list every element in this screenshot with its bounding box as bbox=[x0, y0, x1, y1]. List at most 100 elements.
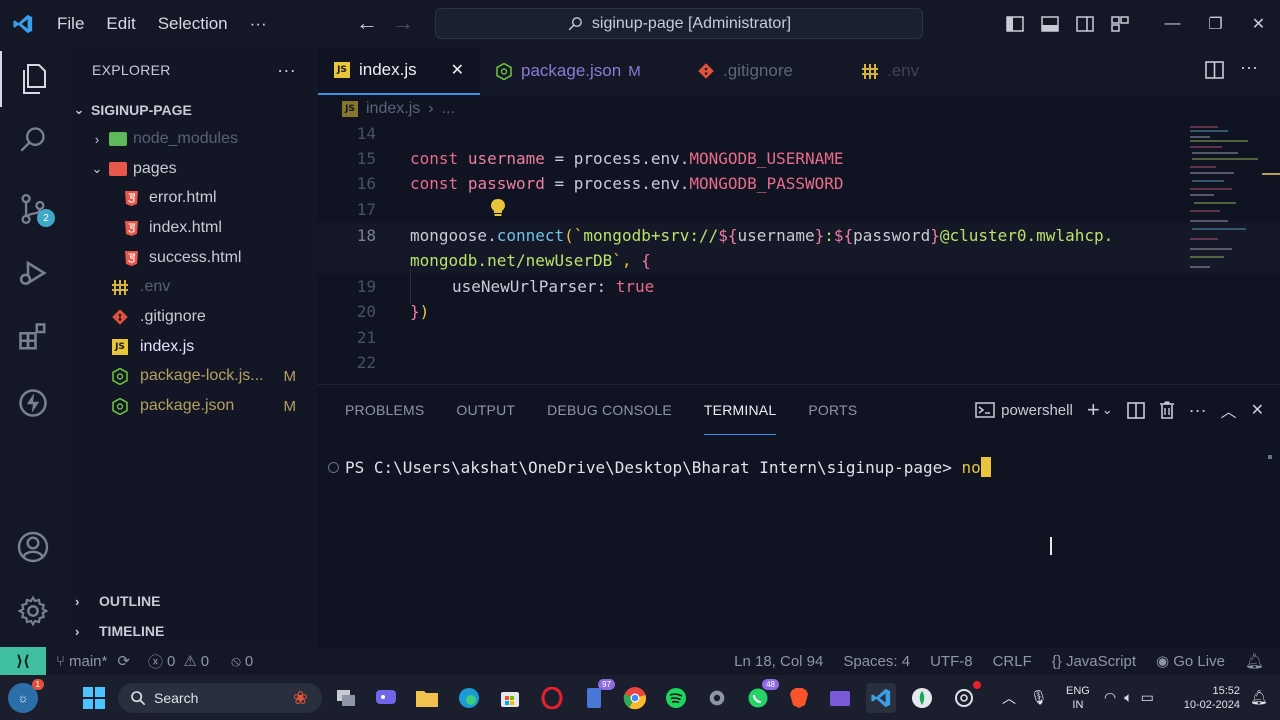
tab-package-json[interactable]: package.json M bbox=[480, 47, 657, 95]
panel-more-button[interactable]: ··· bbox=[1189, 400, 1207, 421]
breadcrumb-file[interactable]: index.js bbox=[366, 100, 420, 118]
notifications-bell-icon[interactable]: 🔔︎ bbox=[1245, 652, 1264, 670]
mongodb-compass-icon[interactable] bbox=[907, 683, 937, 713]
problems-indicator[interactable]: ⓧ 0 ⚠ 0 bbox=[148, 651, 209, 672]
taskbar-search[interactable]: Search ❀ bbox=[118, 683, 322, 713]
tree-item-package-lock[interactable]: package-lock.js... M bbox=[65, 361, 318, 391]
explorer-icon[interactable] bbox=[0, 51, 65, 107]
clock[interactable]: 15:52 10-02-2024 bbox=[1180, 675, 1240, 720]
menu-edit[interactable]: Edit bbox=[95, 14, 146, 34]
tab-index-js[interactable]: JS index.js ✕ bbox=[318, 47, 480, 95]
extensions-icon[interactable] bbox=[0, 309, 65, 365]
tab-env[interactable]: .env bbox=[846, 47, 935, 95]
forward-arrow-icon[interactable]: → bbox=[392, 10, 414, 36]
tree-item-error-html[interactable]: error.html bbox=[65, 183, 318, 213]
opera-icon[interactable] bbox=[537, 683, 567, 713]
menu-selection[interactable]: Selection bbox=[147, 14, 239, 34]
minimize-icon[interactable]: — bbox=[1151, 0, 1194, 47]
close-panel-icon[interactable]: ✕ bbox=[1251, 400, 1264, 420]
end-of-line[interactable]: CRLF bbox=[993, 653, 1032, 670]
brave-icon[interactable] bbox=[784, 683, 814, 713]
remote-indicator-icon[interactable]: ⟩⟨ bbox=[0, 647, 46, 675]
command-center[interactable]: siginup-page [Administrator] bbox=[435, 8, 923, 39]
menu-file[interactable]: File bbox=[46, 14, 95, 34]
new-terminal-plus-icon[interactable]: + bbox=[1087, 397, 1100, 423]
split-terminal-icon[interactable] bbox=[1126, 401, 1145, 419]
microphone-icon[interactable]: 🎙︎ bbox=[1030, 689, 1048, 706]
search-icon[interactable] bbox=[0, 111, 65, 167]
branch-indicator[interactable]: ⑂ main* bbox=[56, 653, 107, 670]
tree-item-package-json[interactable]: package.json M bbox=[65, 391, 318, 421]
settings-app-icon[interactable] bbox=[702, 683, 732, 713]
close-window-icon[interactable]: ✕ bbox=[1237, 0, 1280, 47]
quick-settings[interactable]: ◠ 🔈︎ ▭ bbox=[1104, 675, 1154, 720]
toggle-sidebar-icon[interactable] bbox=[997, 0, 1032, 47]
settings-gear-icon[interactable] bbox=[0, 583, 65, 639]
sync-icon[interactable]: ⟳ bbox=[117, 652, 130, 670]
tree-item-pages[interactable]: ⌄ pages bbox=[65, 154, 318, 184]
source-control-icon[interactable]: 2 bbox=[0, 181, 65, 237]
edge-icon[interactable] bbox=[454, 683, 484, 713]
lightning-icon[interactable] bbox=[0, 375, 65, 431]
phone-link-icon[interactable]: 97 bbox=[579, 679, 615, 713]
nav-arrows: ← → bbox=[356, 10, 414, 36]
editor-more-button[interactable]: ··· bbox=[1240, 57, 1258, 78]
close-tab-icon[interactable]: ✕ bbox=[451, 60, 464, 80]
vscode-logo-icon[interactable] bbox=[0, 0, 46, 47]
folder-root[interactable]: ⌄ SIGINUP-PAGE bbox=[65, 95, 318, 125]
tab-terminal[interactable]: TERMINAL bbox=[703, 385, 777, 435]
windows-start-icon[interactable] bbox=[79, 683, 109, 713]
tree-item-success-html[interactable]: success.html bbox=[65, 243, 318, 273]
ports-indicator[interactable]: ⦸ 0 bbox=[231, 653, 253, 670]
tree-item-env[interactable]: .env bbox=[65, 272, 318, 302]
js-file-icon: JS bbox=[111, 338, 129, 356]
restore-icon[interactable]: ❐ bbox=[1194, 0, 1237, 47]
language-mode[interactable]: {} JavaScript bbox=[1052, 653, 1136, 670]
cursor-position[interactable]: Ln 18, Col 94 bbox=[734, 653, 823, 670]
timeline-section[interactable]: › TIMELINE bbox=[65, 616, 318, 646]
chevron-down-icon[interactable]: ⌄ bbox=[1102, 402, 1113, 418]
task-view-icon[interactable] bbox=[331, 683, 361, 713]
terminal-shell-selector[interactable]: powershell bbox=[975, 402, 1073, 419]
tree-item-index-js[interactable]: JS index.js bbox=[65, 332, 318, 362]
tab-debug-console[interactable]: DEBUG CONSOLE bbox=[547, 385, 688, 435]
vscode-taskbar-icon[interactable] bbox=[866, 683, 896, 713]
chrome-icon[interactable] bbox=[620, 683, 650, 713]
account-icon[interactable] bbox=[0, 519, 65, 575]
tree-item-node-modules[interactable]: › node_modules bbox=[65, 124, 318, 154]
tree-item-gitignore[interactable]: .gitignore bbox=[65, 302, 318, 332]
run-debug-icon[interactable] bbox=[0, 245, 65, 301]
outline-section[interactable]: › OUTLINE bbox=[65, 586, 318, 616]
chat-icon[interactable] bbox=[371, 683, 401, 713]
indentation[interactable]: Spaces: 4 bbox=[843, 653, 910, 670]
split-editor-icon[interactable] bbox=[1205, 61, 1224, 84]
toggle-panel-icon[interactable] bbox=[1032, 0, 1067, 47]
tab-problems[interactable]: PROBLEMS bbox=[345, 385, 440, 435]
back-arrow-icon[interactable]: ← bbox=[356, 10, 378, 36]
customize-layout-icon[interactable] bbox=[1102, 0, 1137, 47]
encoding[interactable]: UTF-8 bbox=[930, 653, 973, 670]
breadcrumb-rest[interactable]: ... bbox=[442, 100, 455, 118]
minimap[interactable] bbox=[1188, 125, 1262, 285]
file-explorer-icon[interactable] bbox=[412, 683, 442, 713]
whatsapp-icon[interactable]: 48 bbox=[743, 679, 779, 713]
explorer-more-button[interactable]: ··· bbox=[277, 60, 296, 81]
tree-item-index-html[interactable]: index.html bbox=[65, 213, 318, 243]
tray-overflow-chevron-icon[interactable]: ︿ bbox=[1002, 688, 1016, 708]
language-indicator[interactable]: ENG IN bbox=[1066, 675, 1090, 720]
trash-icon[interactable] bbox=[1159, 401, 1175, 419]
notification-bell-icon[interactable]: 🔔︎ bbox=[1250, 675, 1268, 720]
menu-more[interactable]: ··· bbox=[239, 14, 278, 34]
spotify-icon[interactable] bbox=[661, 683, 691, 713]
tab-ports[interactable]: PORTS bbox=[808, 385, 873, 435]
toggle-secondary-sidebar-icon[interactable] bbox=[1067, 0, 1102, 47]
maximize-panel-icon[interactable]: ︿ bbox=[1221, 398, 1237, 422]
widgets-icon[interactable]: ☼ 1 bbox=[8, 679, 44, 713]
tab-gitignore[interactable]: .gitignore bbox=[682, 47, 809, 95]
terminal-prompt-line[interactable]: PS C:\Users\akshat\OneDrive\Desktop\Bhar… bbox=[328, 457, 991, 477]
media-icon[interactable] bbox=[825, 683, 855, 713]
go-live-button[interactable]: ◉ Go Live bbox=[1156, 652, 1225, 670]
tab-output[interactable]: OUTPUT bbox=[456, 385, 531, 435]
chatgpt-icon[interactable] bbox=[949, 681, 981, 713]
store-icon[interactable] bbox=[495, 683, 525, 713]
